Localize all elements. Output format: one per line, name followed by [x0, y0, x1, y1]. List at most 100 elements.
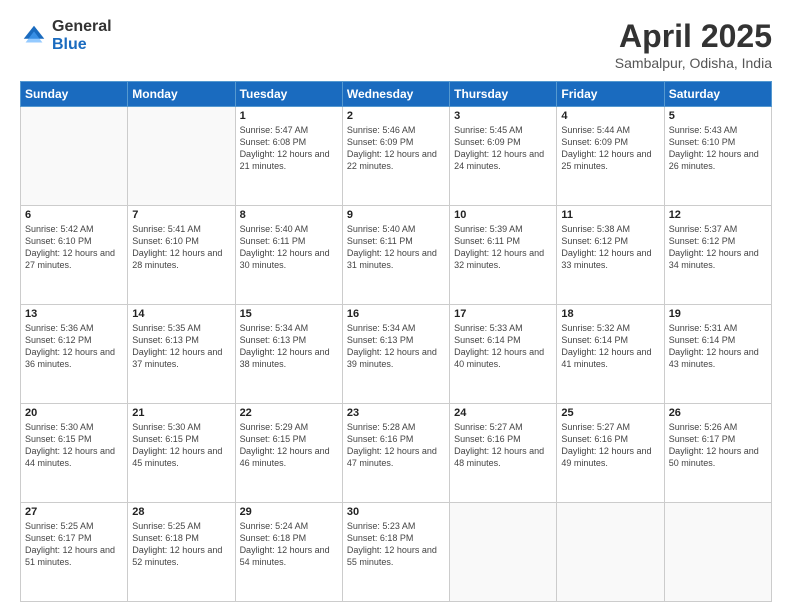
day-info: Sunrise: 5:31 AM Sunset: 6:14 PM Dayligh… [669, 322, 767, 371]
day-number: 7 [132, 209, 230, 221]
day-number: 25 [561, 407, 659, 419]
day-info: Sunrise: 5:26 AM Sunset: 6:17 PM Dayligh… [669, 421, 767, 470]
day-info: Sunrise: 5:28 AM Sunset: 6:16 PM Dayligh… [347, 421, 445, 470]
logo-blue-text: Blue [52, 36, 112, 54]
day-number: 13 [25, 308, 123, 320]
day-number: 26 [669, 407, 767, 419]
table-row: 22 Sunrise: 5:29 AM Sunset: 6:15 PM Dayli… [235, 404, 342, 503]
day-info: Sunrise: 5:38 AM Sunset: 6:12 PM Dayligh… [561, 223, 659, 272]
day-info: Sunrise: 5:25 AM Sunset: 6:17 PM Dayligh… [25, 520, 123, 569]
table-row: 15Sunrise: 5:34 AM Sunset: 6:13 PM Dayli… [235, 305, 342, 404]
table-row: 25 Sunrise: 5:27 AM Sunset: 6:16 PM Dayli… [557, 404, 664, 503]
day-number: 4 [561, 110, 659, 122]
table-row: 27 Sunrise: 5:25 AM Sunset: 6:17 PM Dayli… [21, 503, 128, 602]
day-number: 6 [25, 209, 123, 221]
logo-text: General Blue [52, 18, 112, 53]
table-row: 4 Sunrise: 5:44 AM Sunset: 6:09 PM Daylig… [557, 107, 664, 206]
day-info: Sunrise: 5:46 AM Sunset: 6:09 PM Dayligh… [347, 124, 445, 173]
table-row: 6Sunrise: 5:42 AM Sunset: 6:10 PM Daylig… [21, 206, 128, 305]
day-info: Sunrise: 5:24 AM Sunset: 6:18 PM Dayligh… [240, 520, 338, 569]
day-number: 3 [454, 110, 552, 122]
col-tuesday: Tuesday [235, 82, 342, 107]
day-info: Sunrise: 5:40 AM Sunset: 6:11 PM Dayligh… [240, 223, 338, 272]
col-saturday: Saturday [664, 82, 771, 107]
day-info: Sunrise: 5:27 AM Sunset: 6:16 PM Dayligh… [561, 421, 659, 470]
day-number: 14 [132, 308, 230, 320]
table-row: 3 Sunrise: 5:45 AM Sunset: 6:09 PM Daylig… [450, 107, 557, 206]
day-info: Sunrise: 5:36 AM Sunset: 6:12 PM Dayligh… [25, 322, 123, 371]
day-info: Sunrise: 5:45 AM Sunset: 6:09 PM Dayligh… [454, 124, 552, 173]
table-row: 26 Sunrise: 5:26 AM Sunset: 6:17 PM Dayli… [664, 404, 771, 503]
calendar-header-row: Sunday Monday Tuesday Wednesday Thursday… [21, 82, 772, 107]
logo: General Blue [20, 18, 112, 53]
table-row: 7Sunrise: 5:41 AM Sunset: 6:10 PM Daylig… [128, 206, 235, 305]
day-info: Sunrise: 5:32 AM Sunset: 6:14 PM Dayligh… [561, 322, 659, 371]
day-number: 24 [454, 407, 552, 419]
col-sunday: Sunday [21, 82, 128, 107]
day-number: 28 [132, 506, 230, 518]
day-info: Sunrise: 5:23 AM Sunset: 6:18 PM Dayligh… [347, 520, 445, 569]
table-row [450, 503, 557, 602]
title-location: Sambalpur, Odisha, India [615, 55, 772, 71]
table-row: 16 Sunrise: 5:34 AM Sunset: 6:13 PM Dayli… [342, 305, 449, 404]
day-number: 9 [347, 209, 445, 221]
day-info: Sunrise: 5:44 AM Sunset: 6:09 PM Dayligh… [561, 124, 659, 173]
table-row: 13 Sunrise: 5:36 AM Sunset: 6:12 PM Dayli… [21, 305, 128, 404]
day-info: Sunrise: 5:33 AM Sunset: 6:14 PM Dayligh… [454, 322, 552, 371]
day-number: 23 [347, 407, 445, 419]
day-number: 1 [240, 110, 338, 122]
day-number: 12 [669, 209, 767, 221]
day-info: Sunrise: 5:34 AM Sunset: 6:13 PM Dayligh… [240, 322, 338, 371]
col-thursday: Thursday [450, 82, 557, 107]
table-row: 17Sunrise: 5:33 AM Sunset: 6:14 PM Dayli… [450, 305, 557, 404]
table-row: 29Sunrise: 5:24 AM Sunset: 6:18 PM Dayli… [235, 503, 342, 602]
day-number: 11 [561, 209, 659, 221]
table-row: 11 Sunrise: 5:38 AM Sunset: 6:12 PM Dayli… [557, 206, 664, 305]
day-number: 5 [669, 110, 767, 122]
table-row: 23 Sunrise: 5:28 AM Sunset: 6:16 PM Dayli… [342, 404, 449, 503]
day-info: Sunrise: 5:43 AM Sunset: 6:10 PM Dayligh… [669, 124, 767, 173]
table-row: 9 Sunrise: 5:40 AM Sunset: 6:11 PM Daylig… [342, 206, 449, 305]
page: General Blue April 2025 Sambalpur, Odish… [0, 0, 792, 612]
title-month: April 2025 [615, 18, 772, 55]
day-number: 30 [347, 506, 445, 518]
table-row: 30 Sunrise: 5:23 AM Sunset: 6:18 PM Dayli… [342, 503, 449, 602]
table-row: 14 Sunrise: 5:35 AM Sunset: 6:13 PM Dayli… [128, 305, 235, 404]
day-info: Sunrise: 5:35 AM Sunset: 6:13 PM Dayligh… [132, 322, 230, 371]
day-info: Sunrise: 5:30 AM Sunset: 6:15 PM Dayligh… [25, 421, 123, 470]
table-row: 12 Sunrise: 5:37 AM Sunset: 6:12 PM Dayli… [664, 206, 771, 305]
day-number: 10 [454, 209, 552, 221]
table-row [557, 503, 664, 602]
table-row: 19 Sunrise: 5:31 AM Sunset: 6:14 PM Dayli… [664, 305, 771, 404]
day-info: Sunrise: 5:29 AM Sunset: 6:15 PM Dayligh… [240, 421, 338, 470]
table-row: 21Sunrise: 5:30 AM Sunset: 6:15 PM Dayli… [128, 404, 235, 503]
calendar-week-2: 6Sunrise: 5:42 AM Sunset: 6:10 PM Daylig… [21, 206, 772, 305]
table-row: 5 Sunrise: 5:43 AM Sunset: 6:10 PM Daylig… [664, 107, 771, 206]
day-number: 27 [25, 506, 123, 518]
table-row: 2Sunrise: 5:46 AM Sunset: 6:09 PM Daylig… [342, 107, 449, 206]
day-number: 8 [240, 209, 338, 221]
table-row: 8 Sunrise: 5:40 AM Sunset: 6:11 PM Daylig… [235, 206, 342, 305]
table-row: 28Sunrise: 5:25 AM Sunset: 6:18 PM Dayli… [128, 503, 235, 602]
calendar-week-4: 20Sunrise: 5:30 AM Sunset: 6:15 PM Dayli… [21, 404, 772, 503]
day-info: Sunrise: 5:27 AM Sunset: 6:16 PM Dayligh… [454, 421, 552, 470]
logo-icon [20, 22, 48, 50]
logo-general-text: General [52, 18, 112, 36]
day-info: Sunrise: 5:34 AM Sunset: 6:13 PM Dayligh… [347, 322, 445, 371]
day-number: 21 [132, 407, 230, 419]
col-friday: Friday [557, 82, 664, 107]
day-number: 19 [669, 308, 767, 320]
table-row [664, 503, 771, 602]
table-row: 20Sunrise: 5:30 AM Sunset: 6:15 PM Dayli… [21, 404, 128, 503]
col-wednesday: Wednesday [342, 82, 449, 107]
table-row: 24 Sunrise: 5:27 AM Sunset: 6:16 PM Dayli… [450, 404, 557, 503]
day-info: Sunrise: 5:40 AM Sunset: 6:11 PM Dayligh… [347, 223, 445, 272]
day-number: 22 [240, 407, 338, 419]
table-row [128, 107, 235, 206]
table-row [21, 107, 128, 206]
day-info: Sunrise: 5:47 AM Sunset: 6:08 PM Dayligh… [240, 124, 338, 173]
day-info: Sunrise: 5:37 AM Sunset: 6:12 PM Dayligh… [669, 223, 767, 272]
day-number: 16 [347, 308, 445, 320]
table-row: 1 Sunrise: 5:47 AM Sunset: 6:08 PM Daylig… [235, 107, 342, 206]
col-monday: Monday [128, 82, 235, 107]
